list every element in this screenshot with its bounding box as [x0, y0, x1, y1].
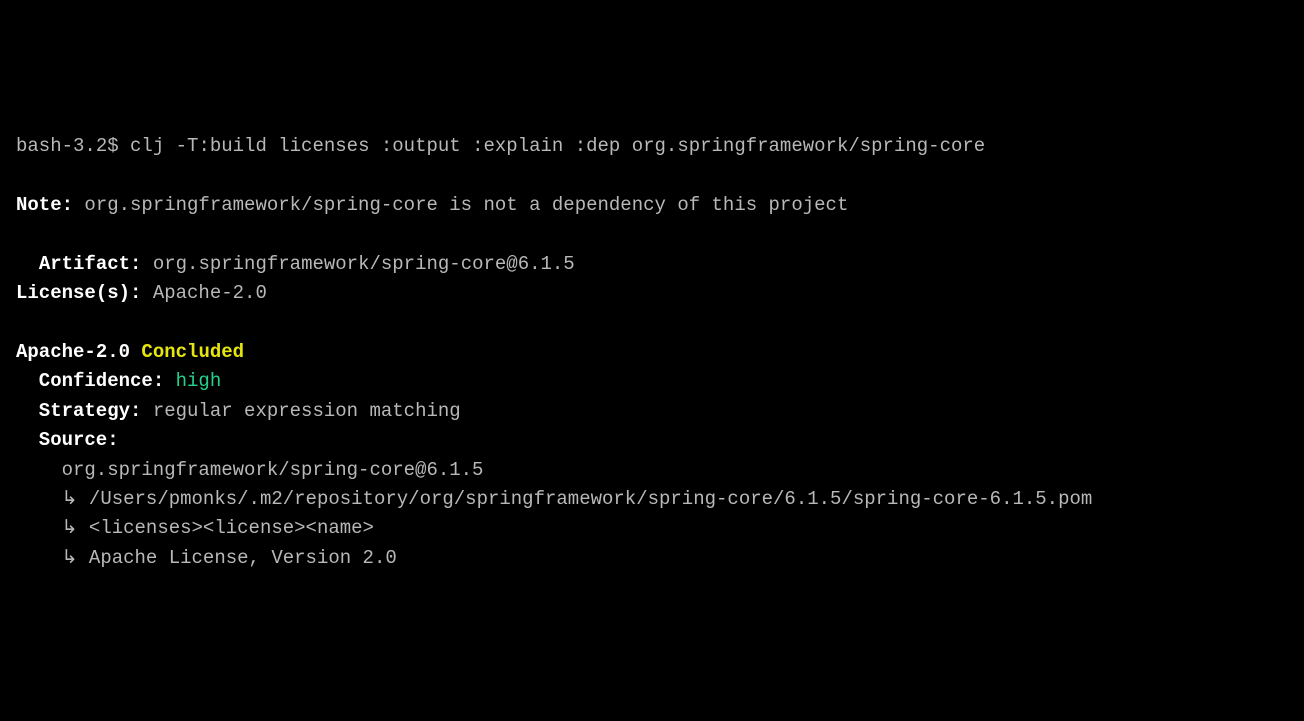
strategy-line: Strategy: regular expression matching	[16, 397, 1288, 426]
source-line-2: ↳ /Users/pmonks/.m2/repository/org/sprin…	[16, 485, 1288, 514]
note-label: Note:	[16, 194, 73, 216]
note-line: Note: org.springframework/spring-core is…	[16, 191, 1288, 220]
conclusion-status: Concluded	[130, 341, 244, 363]
blank-line	[16, 161, 1288, 190]
conclusion-line: Apache-2.0 Concluded	[16, 338, 1288, 367]
artifact-label: Artifact:	[16, 253, 141, 275]
source-line-4: ↳ Apache License, Version 2.0	[16, 544, 1288, 573]
licenses-value: Apache-2.0	[141, 282, 266, 304]
source-label-line: Source:	[16, 426, 1288, 455]
blank-line	[16, 220, 1288, 249]
note-text: org.springframework/spring-core is not a…	[73, 194, 848, 216]
artifact-value: org.springframework/spring-core@6.1.5	[141, 253, 574, 275]
command-text: clj -T:build licenses :output :explain :…	[130, 135, 985, 157]
source-line-1: org.springframework/spring-core@6.1.5	[16, 456, 1288, 485]
strategy-value: regular expression matching	[141, 400, 460, 422]
source-label: Source:	[39, 429, 119, 451]
licenses-line: License(s): Apache-2.0	[16, 279, 1288, 308]
artifact-line: Artifact: org.springframework/spring-cor…	[16, 250, 1288, 279]
source-line-3: ↳ <licenses><license><name>	[16, 514, 1288, 543]
licenses-label: License(s):	[16, 282, 141, 304]
confidence-label: Confidence:	[39, 370, 164, 392]
strategy-label: Strategy:	[39, 400, 142, 422]
blank-line	[16, 308, 1288, 337]
shell-prompt: bash-3.2$	[16, 135, 130, 157]
command-line[interactable]: bash-3.2$ clj -T:build licenses :output …	[16, 132, 1288, 161]
confidence-line: Confidence: high	[16, 367, 1288, 396]
terminal-output: bash-3.2$ clj -T:build licenses :output …	[16, 132, 1288, 574]
conclusion-license: Apache-2.0	[16, 341, 130, 363]
confidence-value: high	[164, 370, 221, 392]
